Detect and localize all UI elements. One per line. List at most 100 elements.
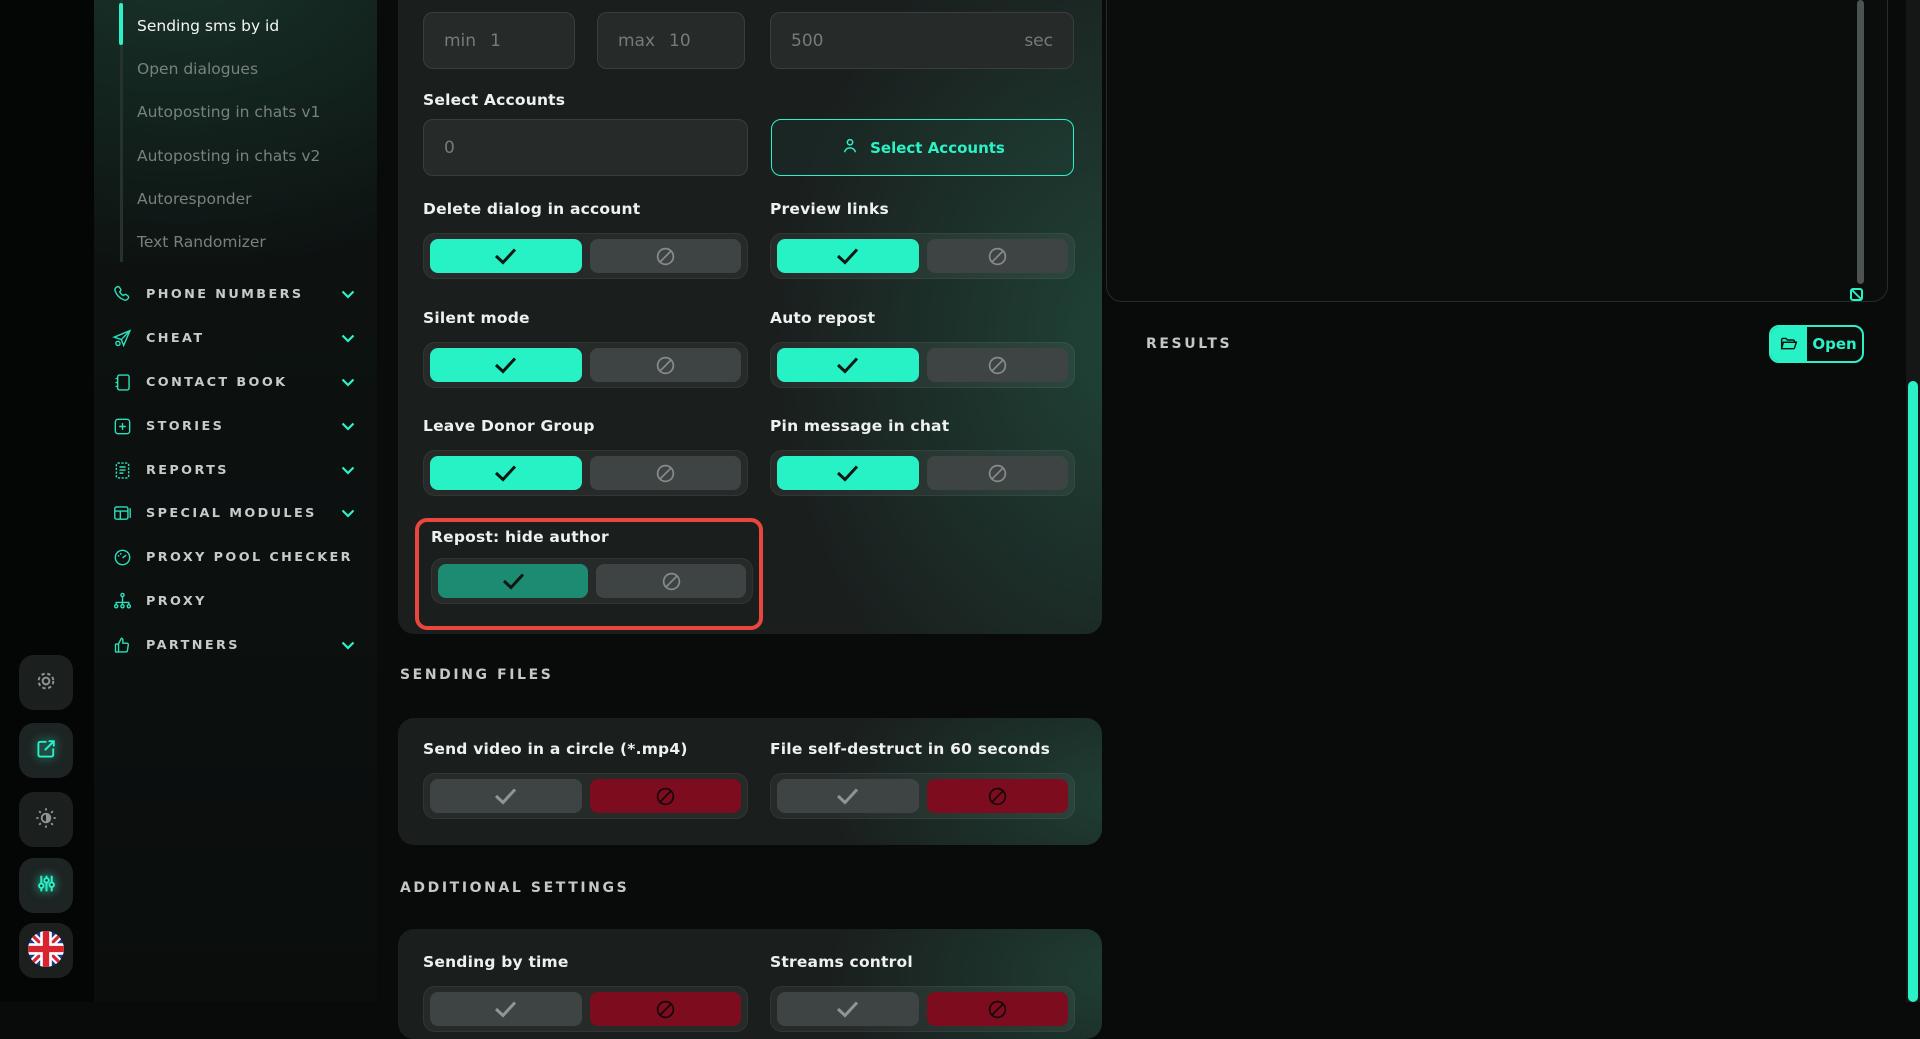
person-icon (840, 136, 860, 160)
page-scrollbar-thumb[interactable] (1908, 381, 1918, 1002)
toggle-yes-button[interactable] (430, 779, 582, 813)
video-circle-toggle (423, 773, 748, 819)
sending-by-time-toggle (423, 986, 748, 1032)
interval-input[interactable]: 500 sec (770, 12, 1074, 69)
toggle-yes-button[interactable] (777, 992, 919, 1026)
max-value: 10 (669, 31, 691, 51)
chevron-down-icon (341, 466, 355, 475)
sidebar-item-reports[interactable]: REPORTS (112, 448, 352, 492)
theme-button[interactable] (19, 792, 73, 847)
sidebar-item-phone-numbers[interactable]: PHONE NUMBERS (112, 272, 352, 316)
sidebar-item-contact-book[interactable]: CONTACT BOOK (112, 360, 352, 404)
leave-donor-label: Leave Donor Group (423, 417, 595, 435)
toggle-yes-button[interactable] (777, 456, 919, 490)
interval-suffix: sec (1024, 31, 1053, 51)
brightness-icon (33, 805, 59, 835)
toggle-no-button[interactable] (590, 992, 742, 1026)
toggle-no-button[interactable] (927, 992, 1069, 1026)
toggle-no-button[interactable] (590, 348, 742, 382)
toggle-yes-button[interactable] (777, 239, 919, 273)
results-output-panel[interactable] (1106, 0, 1888, 302)
self-destruct-toggle (770, 773, 1075, 819)
chevron-down-icon (341, 334, 355, 343)
pin-message-toggle (770, 450, 1075, 496)
sidebar-item-cheat[interactable]: CHEAT (112, 316, 352, 360)
preview-links-toggle (770, 233, 1075, 279)
results-header: RESULTS (1146, 336, 1232, 352)
toggle-yes-button[interactable] (430, 348, 582, 382)
sidebar-item-partners[interactable]: PARTNERS (112, 623, 352, 667)
sidebar-item-text-randomizer[interactable]: Text Randomizer (137, 233, 266, 257)
toggle-no-button[interactable] (590, 239, 742, 273)
gear-icon (33, 668, 59, 698)
leave-donor-toggle (423, 450, 748, 496)
accounts-count-value: 0 (444, 138, 455, 158)
sidebar-item-stories[interactable]: STORIES (112, 404, 352, 448)
video-circle-label: Send video in a circle (*.mp4) (423, 740, 688, 758)
sidebar-item-proxy-pool-checker[interactable]: PROXY POOL CHECKER (112, 535, 352, 579)
sidebar-item-special-modules[interactable]: SPECIAL MODULES (112, 491, 352, 535)
streams-control-label: Streams control (770, 953, 913, 971)
toggle-no-button[interactable] (590, 779, 742, 813)
toggle-yes-button[interactable] (430, 239, 582, 273)
silent-mode-label: Silent mode (423, 309, 530, 327)
sidebar-item-sending-sms-by-id[interactable]: Sending sms by id (137, 17, 279, 41)
settings-button[interactable] (19, 655, 73, 710)
min-label: min (444, 31, 476, 51)
toggle-no-button[interactable] (596, 564, 746, 598)
auto-repost-toggle (770, 342, 1075, 388)
auto-repost-label: Auto repost (770, 309, 875, 327)
thumbs-up-icon (112, 635, 133, 656)
toggle-yes-button[interactable] (438, 564, 588, 598)
chevron-down-icon (341, 509, 355, 518)
min-input[interactable]: min 1 (423, 12, 575, 69)
plus-square-icon (112, 416, 133, 437)
sidebar-item-proxy[interactable]: PROXY (112, 579, 352, 623)
toggle-no-button[interactable] (927, 348, 1069, 382)
toggle-no-button[interactable] (590, 456, 742, 490)
delete-dialog-toggle (423, 233, 748, 279)
delete-dialog-label: Delete dialog in account (423, 200, 640, 218)
toggle-yes-button[interactable] (777, 348, 919, 382)
sidebar-item-open-dialogues[interactable]: Open dialogues (137, 60, 258, 84)
sidebar-item-autoposting-v2[interactable]: Autoposting in chats v2 (137, 147, 320, 171)
equalizer-button[interactable] (19, 858, 73, 913)
toggle-yes-button[interactable] (777, 779, 919, 813)
icon-rail (0, 0, 94, 1002)
accounts-count-input[interactable]: 0 (423, 119, 748, 176)
paper-plane-icon (112, 328, 133, 349)
select-accounts-button[interactable]: Select Accounts (771, 119, 1074, 176)
gauge-icon (112, 547, 133, 568)
external-link-button[interactable] (19, 723, 73, 778)
modules-icon (112, 503, 133, 524)
toggle-no-button[interactable] (927, 239, 1069, 273)
select-accounts-label: Select Accounts (423, 91, 565, 109)
resize-grip-icon[interactable] (1850, 288, 1863, 301)
chevron-down-icon (341, 378, 355, 387)
notebook-icon (112, 372, 133, 393)
toggle-no-button[interactable] (927, 456, 1069, 490)
open-results-button[interactable]: Open (1769, 325, 1864, 363)
sidebar-item-autoresponder[interactable]: Autoresponder (137, 190, 252, 214)
report-icon (112, 460, 133, 481)
sidebar-item-autoposting-v1[interactable]: Autoposting in chats v1 (137, 103, 320, 127)
sliders-icon (34, 871, 59, 900)
uk-flag-icon (27, 930, 65, 972)
language-button[interactable] (19, 923, 73, 978)
external-link-icon (34, 737, 58, 765)
silent-mode-toggle (423, 342, 748, 388)
active-item-indicator (119, 3, 123, 45)
interval-value: 500 (791, 31, 823, 51)
chevron-down-icon (341, 641, 355, 650)
panel-scrollbar-thumb[interactable] (1857, 0, 1864, 284)
self-destruct-label: File self-destruct in 60 seconds (770, 740, 1050, 758)
chevron-down-icon (341, 422, 355, 431)
preview-links-label: Preview links (770, 200, 889, 218)
additional-settings-header: ADDITIONAL SETTINGS (400, 880, 629, 896)
toggle-no-button[interactable] (927, 779, 1069, 813)
max-input[interactable]: max 10 (597, 12, 745, 69)
sending-by-time-label: Sending by time (423, 953, 569, 971)
repost-hide-author-label: Repost: hide author (431, 528, 609, 546)
toggle-yes-button[interactable] (430, 456, 582, 490)
toggle-yes-button[interactable] (430, 992, 582, 1026)
